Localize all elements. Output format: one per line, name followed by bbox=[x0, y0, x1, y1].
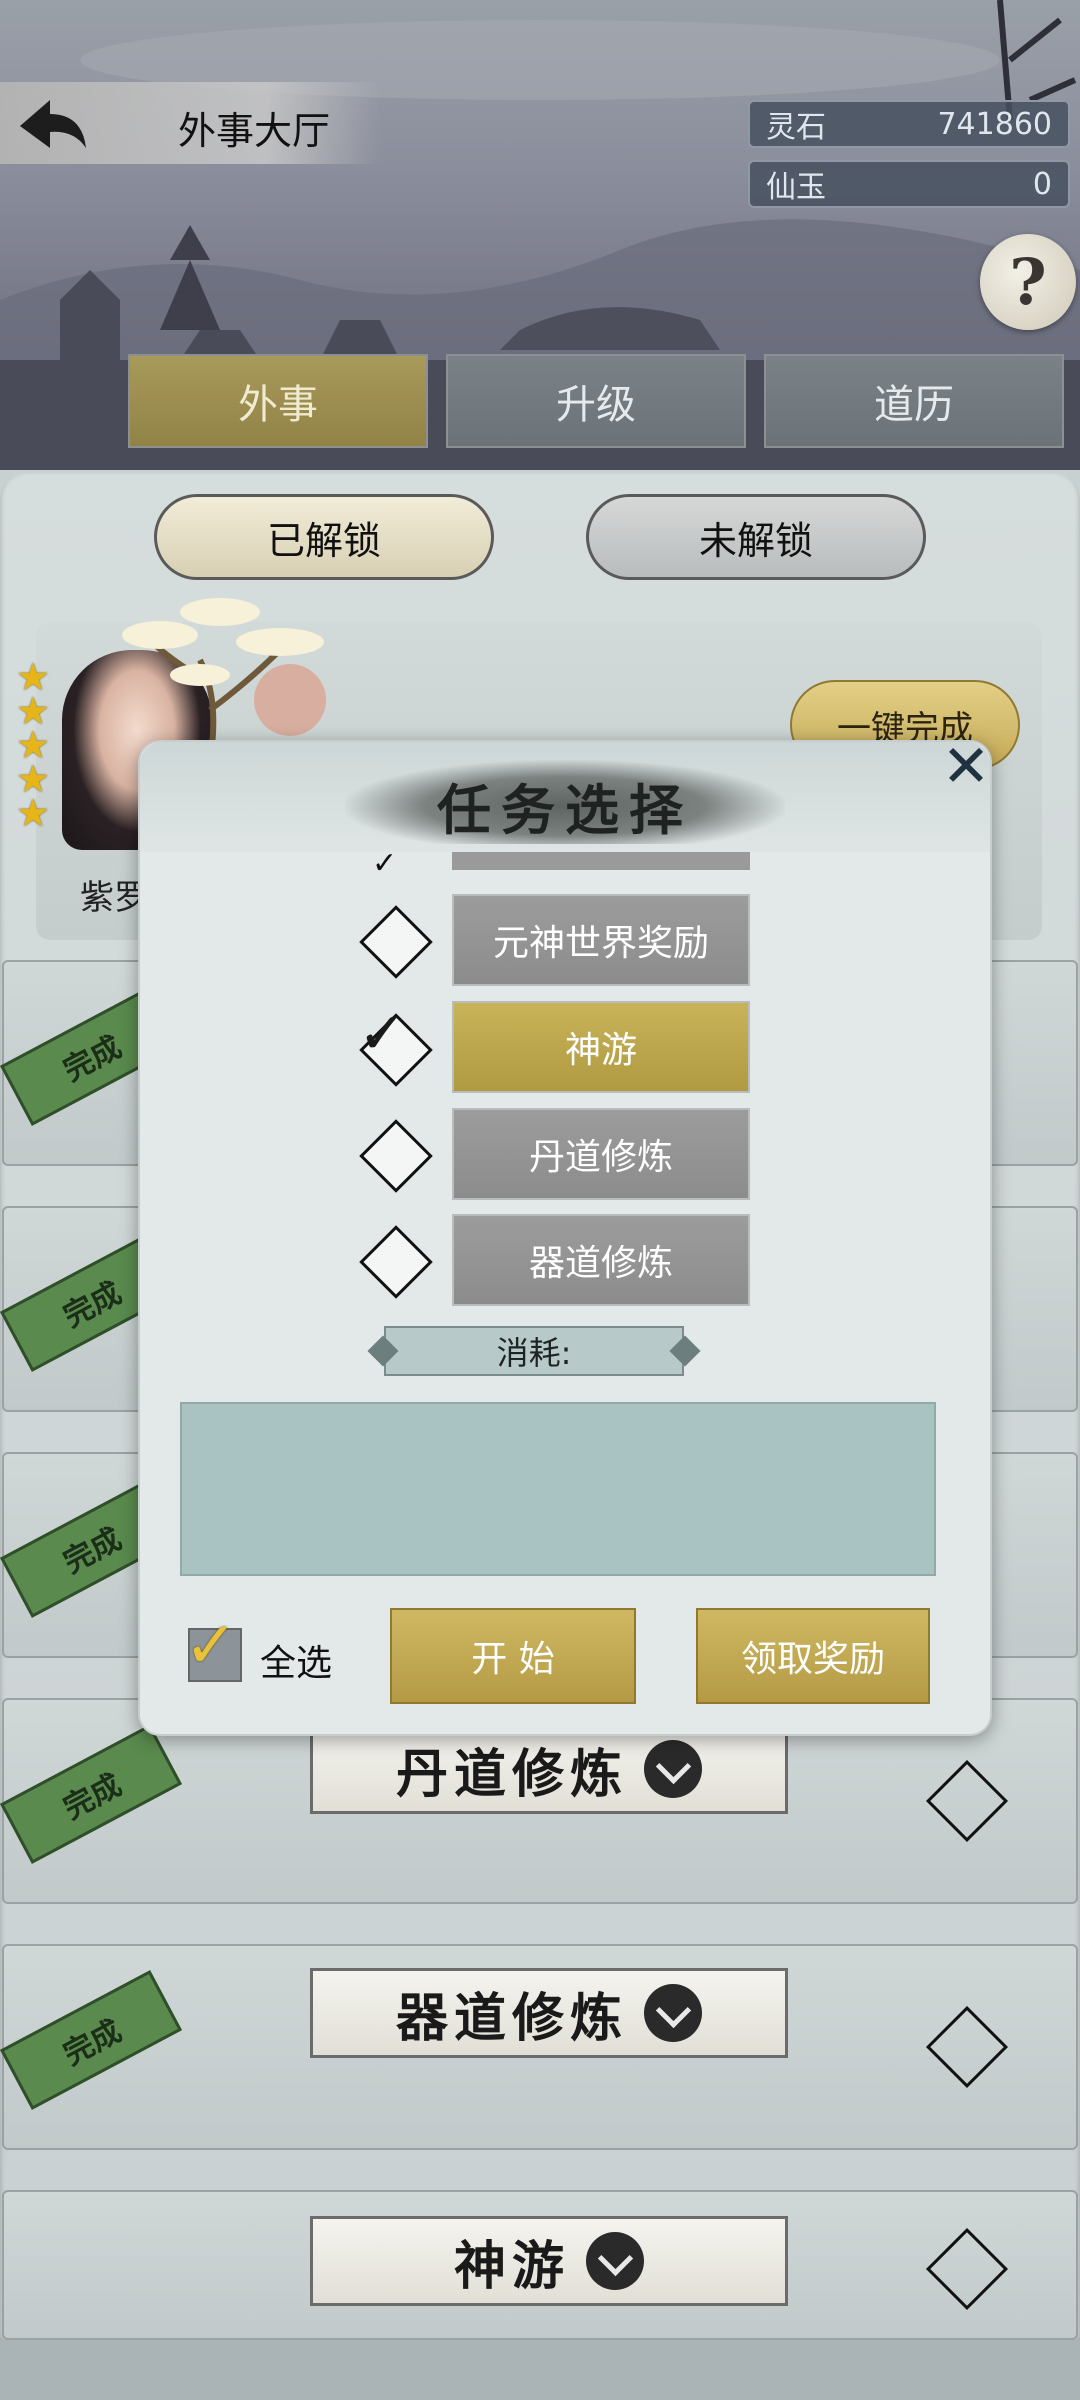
option-label: 神游 bbox=[564, 1030, 637, 1071]
option-button[interactable]: 神游 bbox=[452, 1001, 750, 1093]
start-button[interactable]: 开 始 bbox=[390, 1608, 636, 1704]
scrolled-option-edge bbox=[452, 852, 750, 870]
option-label: 器道修炼 bbox=[528, 1243, 673, 1284]
cost-label-text: 消耗: bbox=[496, 1334, 572, 1372]
button-label: 领取奖励 bbox=[740, 1639, 885, 1680]
checkmark-icon: ✓ bbox=[184, 1609, 238, 1683]
scrolled-check-icon: ✓ bbox=[372, 846, 398, 881]
option-button[interactable]: 元神世界奖励 bbox=[452, 894, 750, 986]
cost-label: 消耗: bbox=[384, 1326, 684, 1376]
claim-reward-button[interactable]: 领取奖励 bbox=[696, 1608, 930, 1704]
cost-display bbox=[180, 1402, 936, 1576]
task-selection-dialog: 任务选择 ✕ ✓ 元神世界奖励 ✓ 神游 丹道修炼 器道修炼 消耗: ✓ 全选 … bbox=[138, 736, 992, 1736]
option-checkbox[interactable] bbox=[359, 905, 433, 979]
option-button[interactable]: 丹道修炼 bbox=[452, 1108, 750, 1200]
option-label: 丹道修炼 bbox=[528, 1137, 673, 1178]
option-checkbox[interactable] bbox=[359, 1225, 433, 1299]
option-label: 元神世界奖励 bbox=[492, 923, 709, 964]
option-checkbox[interactable] bbox=[359, 1119, 433, 1193]
cloud-tree-decoration bbox=[122, 598, 326, 760]
checkmark-icon: ✓ bbox=[358, 999, 407, 1067]
dialog-title: 任务选择 bbox=[437, 778, 693, 842]
option-button[interactable]: 器道修炼 bbox=[452, 1214, 750, 1306]
button-label: 开 始 bbox=[471, 1639, 555, 1680]
select-all-label: 全选 bbox=[260, 1643, 333, 1684]
close-icon[interactable]: ✕ bbox=[936, 736, 996, 796]
